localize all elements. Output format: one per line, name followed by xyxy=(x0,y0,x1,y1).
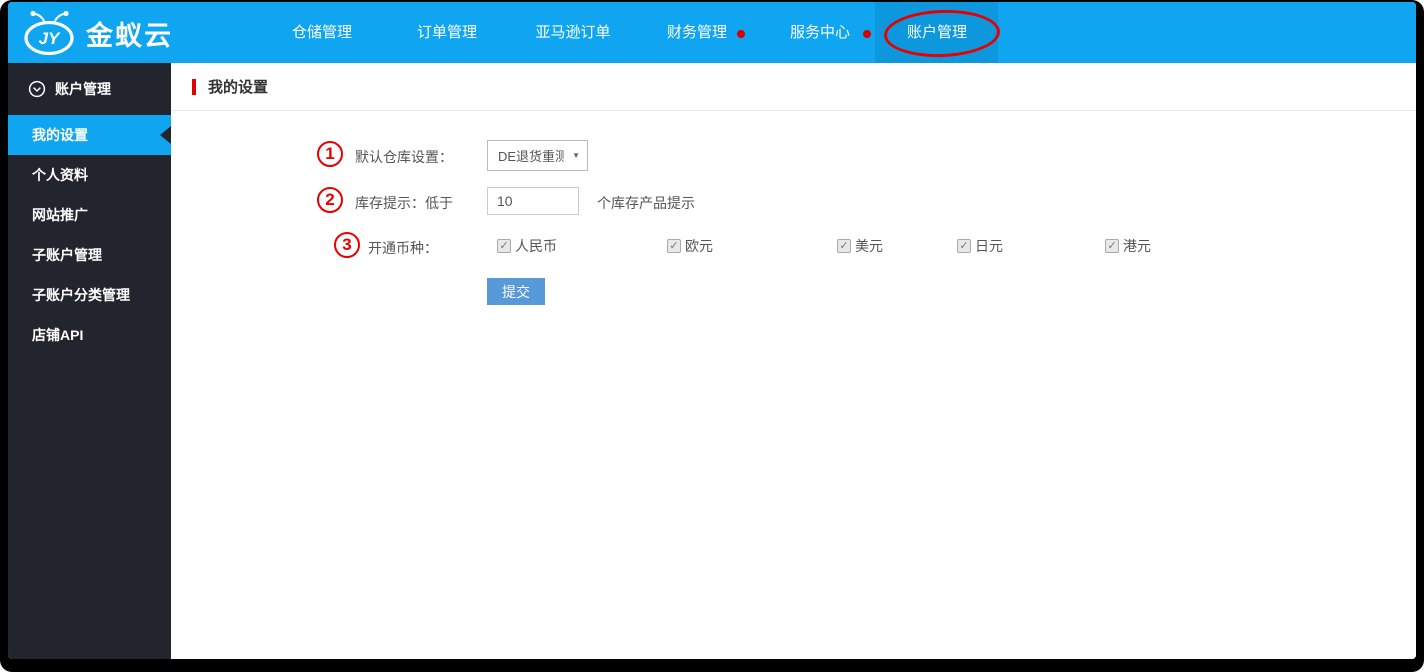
sidebar-item-label: 子账户分类管理 xyxy=(32,287,130,303)
sidebar-item-label: 子账户管理 xyxy=(32,247,102,263)
body-row: 账户管理 我的设置 个人资料 网站推广 子账户管理 子账户分类管理 店铺API … xyxy=(8,63,1416,659)
ant-logo-icon: JY xyxy=(24,10,74,56)
default-warehouse-select[interactable]: DE退货重测 ▼ xyxy=(487,140,588,171)
nav-item-amazon-orders[interactable]: 亚马逊订单 xyxy=(535,2,610,63)
currency-checkbox-jpy[interactable]: ✓ 日元 xyxy=(957,236,1003,256)
sidebar-header-account[interactable]: 账户管理 xyxy=(8,63,171,115)
currency-label: 欧元 xyxy=(685,238,713,254)
checkbox-checked-icon: ✓ xyxy=(957,239,971,253)
default-warehouse-label: 默认仓库设置： xyxy=(355,149,453,165)
annotation-circle-3: 3 xyxy=(334,232,360,258)
annotation-circle-1: 1 xyxy=(317,141,343,167)
checkbox-checked-icon: ✓ xyxy=(667,239,681,253)
sidebar-item-profile[interactable]: 个人资料 xyxy=(8,155,171,195)
window-frame: JY 金蚁云 仓储管理 订单管理 亚马逊订单 财务管理 服务中心 账户管理 账户… xyxy=(0,0,1424,672)
currency-label: 港元 xyxy=(1123,238,1151,254)
sidebar-item-label: 个人资料 xyxy=(32,167,88,183)
settings-form: 1 默认仓库设置： DE退货重测 ▼ 2 库存提示：低于 个库存产品提示 3 开… xyxy=(171,140,1416,340)
currency-checkbox-cny[interactable]: ✓ 人民币 xyxy=(497,236,557,256)
notification-dot-finance xyxy=(737,30,745,38)
nav-item-warehouse[interactable]: 仓储管理 xyxy=(292,2,352,63)
chevron-down-icon: ▼ xyxy=(572,151,580,160)
sidebar-item-label: 我的设置 xyxy=(32,127,88,143)
nav-item-account[interactable]: 账户管理 xyxy=(907,2,967,63)
active-item-notch xyxy=(160,126,171,144)
currency-label: 美元 xyxy=(855,238,883,254)
checkbox-checked-icon: ✓ xyxy=(1105,239,1119,253)
annotation-circle-2: 2 xyxy=(317,187,343,213)
currency-label: 人民币 xyxy=(515,238,557,254)
main-content: 我的设置 1 默认仓库设置： DE退货重测 ▼ 2 库存提示：低于 个库存产品提… xyxy=(171,63,1416,659)
sidebar-item-my-settings[interactable]: 我的设置 xyxy=(8,115,171,155)
nav-item-service-center[interactable]: 服务中心 xyxy=(790,2,850,63)
currency-checkbox-hkd[interactable]: ✓ 港元 xyxy=(1105,236,1151,256)
page-header: 我的设置 xyxy=(171,63,1416,111)
submit-button[interactable]: 提交 xyxy=(487,278,545,305)
currencies-label: 开通币种： xyxy=(368,240,438,256)
brand-name: 金蚁云 xyxy=(86,20,173,51)
nav-item-orders[interactable]: 订单管理 xyxy=(417,2,477,63)
stock-threshold-input[interactable] xyxy=(487,187,579,215)
page-title: 我的设置 xyxy=(208,79,269,96)
notification-dot-service xyxy=(863,30,871,38)
checkbox-checked-icon: ✓ xyxy=(497,239,511,253)
sidebar-item-subaccount-category[interactable]: 子账户分类管理 xyxy=(8,275,171,315)
stock-alert-suffix: 个库存产品提示 xyxy=(597,195,695,211)
sidebar-item-subaccount[interactable]: 子账户管理 xyxy=(8,235,171,275)
sidebar-item-shop-api[interactable]: 店铺API xyxy=(8,315,171,355)
sidebar-item-label: 店铺API xyxy=(32,327,84,343)
select-value: DE退货重测 xyxy=(498,149,564,164)
sidebar-item-site-promotion[interactable]: 网站推广 xyxy=(8,195,171,235)
title-accent-bar xyxy=(192,78,196,95)
svg-text:JY: JY xyxy=(39,29,61,48)
currency-checkbox-usd[interactable]: ✓ 美元 xyxy=(837,236,883,256)
stock-alert-label: 库存提示：低于 xyxy=(355,195,453,211)
brand-logo[interactable]: JY 金蚁云 xyxy=(22,10,173,56)
sidebar-header-label: 账户管理 xyxy=(55,81,111,97)
chevron-circle-icon xyxy=(28,80,46,98)
sidebar: 账户管理 我的设置 个人资料 网站推广 子账户管理 子账户分类管理 店铺API xyxy=(8,63,171,659)
top-navbar: JY 金蚁云 仓储管理 订单管理 亚马逊订单 财务管理 服务中心 账户管理 xyxy=(8,2,1416,63)
currency-checkbox-eur[interactable]: ✓ 欧元 xyxy=(667,236,713,256)
app-window: JY 金蚁云 仓储管理 订单管理 亚马逊订单 财务管理 服务中心 账户管理 账户… xyxy=(8,2,1416,659)
currency-label: 日元 xyxy=(975,238,1003,254)
checkbox-checked-icon: ✓ xyxy=(837,239,851,253)
sidebar-menu: 我的设置 个人资料 网站推广 子账户管理 子账户分类管理 店铺API xyxy=(8,115,171,355)
nav-item-finance[interactable]: 财务管理 xyxy=(667,2,727,63)
sidebar-item-label: 网站推广 xyxy=(32,207,88,223)
